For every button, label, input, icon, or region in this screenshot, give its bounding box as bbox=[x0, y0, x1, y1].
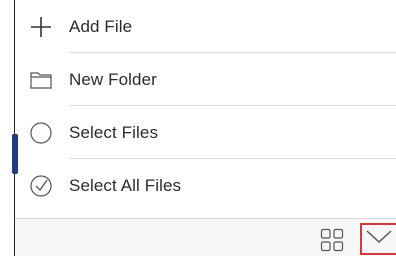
file-actions-menu: Add File New Folder Select Files Select … bbox=[15, 0, 396, 212]
menu-item-label: New Folder bbox=[69, 69, 157, 89]
check-circle-icon bbox=[29, 174, 53, 198]
menu-item-select-all-files[interactable]: Select All Files bbox=[15, 159, 396, 212]
menu-item-label: Select Files bbox=[69, 122, 159, 142]
menu-item-add-file[interactable]: Add File bbox=[15, 0, 396, 53]
menu-item-label: Add File bbox=[69, 16, 133, 36]
bottom-toolbar bbox=[15, 218, 396, 256]
menu-item-select-files[interactable]: Select Files bbox=[15, 106, 396, 159]
circle-icon bbox=[29, 121, 53, 145]
file-actions-panel: Add File New Folder Select Files Select … bbox=[0, 0, 396, 256]
folder-icon bbox=[29, 68, 53, 92]
menu-item-new-folder[interactable]: New Folder bbox=[15, 53, 396, 106]
menu-item-label: Select All Files bbox=[69, 175, 182, 195]
grid-view-icon bbox=[320, 228, 344, 256]
chevron-down-icon bbox=[365, 229, 393, 250]
plus-icon bbox=[29, 15, 53, 39]
collapse-menu-button[interactable] bbox=[360, 223, 396, 255]
grid-view-button[interactable] bbox=[320, 228, 344, 252]
